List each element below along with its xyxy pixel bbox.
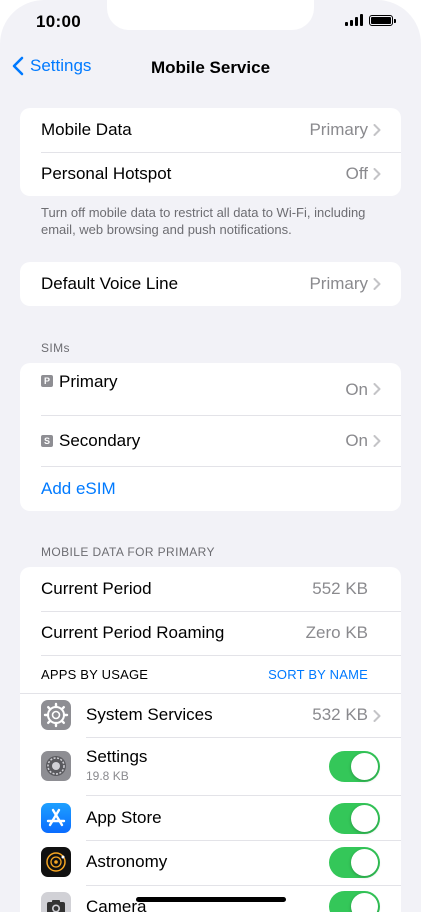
astronomy-icon xyxy=(41,847,71,877)
default-voice-line-row[interactable]: Default Voice Line Primary xyxy=(20,262,401,306)
phone-screen: 10:00 Settings Mobile Service Mobile Dat… xyxy=(0,0,421,912)
add-esim-link[interactable]: Add eSIM xyxy=(41,479,116,499)
chevron-right-icon xyxy=(373,278,381,290)
camera-icon xyxy=(41,892,71,912)
sim-secondary-value: On xyxy=(345,430,368,450)
settings-icon xyxy=(41,751,71,781)
app-store-data-toggle[interactable] xyxy=(329,803,380,834)
add-esim-row[interactable]: Add eSIM xyxy=(20,466,401,511)
personal-hotspot-label: Personal Hotspot xyxy=(41,164,172,183)
sims-header: SIMs xyxy=(41,341,70,355)
battery-icon xyxy=(369,14,396,26)
status-time: 10:00 xyxy=(36,12,81,31)
home-indicator xyxy=(136,897,286,902)
personal-hotspot-row[interactable]: Personal Hotspot Off xyxy=(20,152,401,196)
app-usage-value: 19.8 KB xyxy=(86,769,129,783)
current-roaming-row: Current Period Roaming Zero KB xyxy=(20,611,401,655)
apps-by-usage-label: APPS BY USAGE xyxy=(41,666,149,682)
current-period-row: Current Period 552 KB xyxy=(20,567,401,611)
app-name: App Store xyxy=(86,808,162,827)
current-period-label: Current Period xyxy=(41,579,152,598)
status-icons xyxy=(345,14,396,26)
settings-data-toggle[interactable] xyxy=(329,751,380,782)
app-row-astronomy: Astronomy xyxy=(20,841,401,885)
sort-by-name-button[interactable]: SORT BY NAME xyxy=(268,667,368,682)
sim-primary-value: On xyxy=(345,380,368,399)
app-usage-value: 532 KB xyxy=(312,705,368,724)
signal-icon xyxy=(345,14,363,26)
voice-line-group: Default Voice Line Primary xyxy=(20,262,401,306)
mobile-data-row[interactable]: Mobile Data Primary xyxy=(20,108,401,152)
camera-data-toggle[interactable] xyxy=(329,891,380,912)
chevron-right-icon xyxy=(373,709,381,722)
mobile-data-label: Mobile Data xyxy=(41,120,132,139)
usage-header: MOBILE DATA FOR PRIMARY xyxy=(41,545,215,559)
astronomy-data-toggle[interactable] xyxy=(329,847,380,878)
app-row-system-services[interactable]: System Services 532 KB xyxy=(20,694,401,737)
sim-badge-secondary: S xyxy=(41,434,53,447)
sim-secondary-row[interactable]: S Secondary On xyxy=(20,415,401,466)
mobile-data-group: Mobile Data Primary Personal Hotspot Off xyxy=(20,108,401,196)
mobile-data-footnote: Turn off mobile data to restrict all dat… xyxy=(41,205,366,237)
current-roaming-value: Zero KB xyxy=(305,623,368,642)
app-row-settings: Settings 19.8 KB xyxy=(20,738,401,795)
app-name: System Services xyxy=(86,705,213,724)
page-title: Mobile Service xyxy=(150,58,271,77)
current-period-value: 552 KB xyxy=(312,579,368,598)
usage-group: Current Period 552 KB Current Period Roa… xyxy=(20,567,401,912)
mobile-data-value: Primary xyxy=(309,120,368,139)
chevron-right-icon xyxy=(373,383,381,395)
chevron-right-icon xyxy=(373,168,381,180)
chevron-right-icon xyxy=(373,434,381,447)
app-name: Settings xyxy=(86,747,148,766)
default-voice-line-label: Default Voice Line xyxy=(41,274,179,293)
sim-primary-row[interactable]: P Primary On xyxy=(20,363,401,415)
default-voice-line-value: Primary xyxy=(309,274,368,293)
sim-primary-label: Primary xyxy=(59,372,118,391)
sim-badge-primary: P xyxy=(41,375,53,387)
apps-header-row: APPS BY USAGE SORT BY NAME xyxy=(20,655,401,693)
chevron-right-icon xyxy=(373,124,381,136)
personal-hotspot-value: Off xyxy=(345,164,368,183)
app-row-app-store: App Store xyxy=(20,796,401,840)
sims-group: P Primary On S Secondary On Add eSIM xyxy=(20,363,401,511)
navigation-bar: Settings Mobile Service xyxy=(0,50,421,84)
notch xyxy=(107,0,314,30)
app-store-icon xyxy=(41,803,71,833)
gear-icon xyxy=(41,700,71,730)
current-roaming-label: Current Period Roaming xyxy=(41,623,225,642)
app-name: Astronomy xyxy=(86,852,168,871)
sim-secondary-label: Secondary xyxy=(59,430,141,450)
